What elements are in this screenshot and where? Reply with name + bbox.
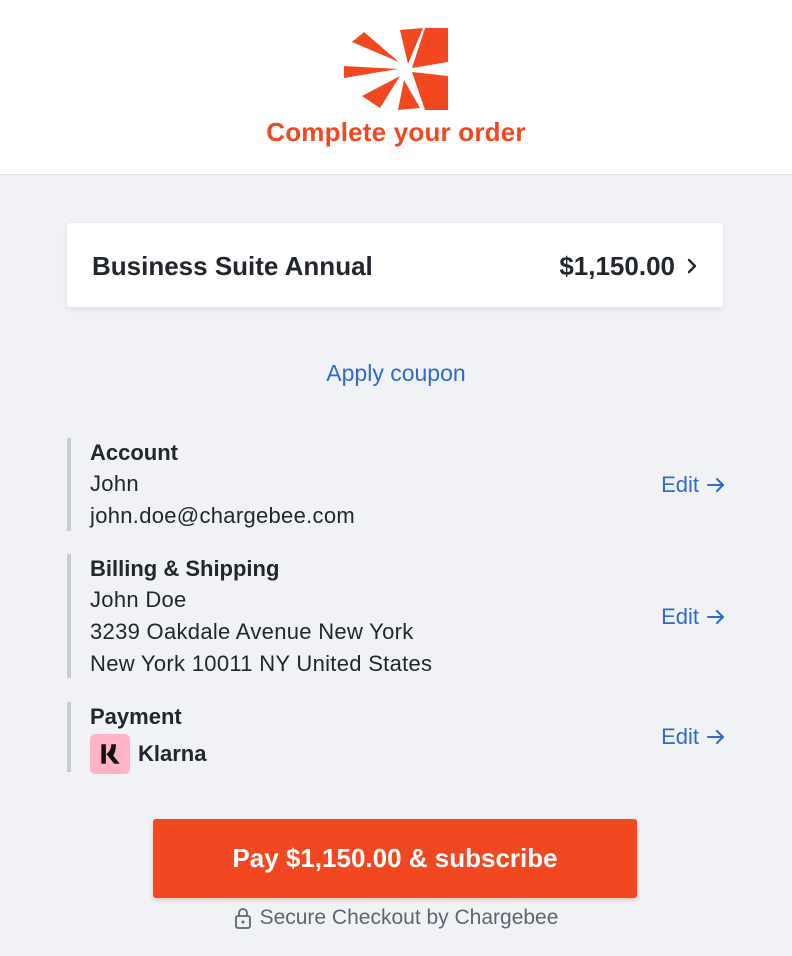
- secure-checkout-text: Secure Checkout by Chargebee: [259, 906, 559, 929]
- billing-shipping-section: Billing & Shipping John Doe 3239 Oakdale…: [67, 554, 727, 678]
- billing-address-line1: 3239 Oakdale Avenue New York: [90, 619, 414, 644]
- edit-payment-link[interactable]: Edit: [661, 724, 725, 750]
- apply-coupon-link[interactable]: Apply coupon: [0, 360, 792, 387]
- checkout-header: Complete your order: [0, 0, 792, 175]
- plan-name: Business Suite Annual: [92, 251, 373, 281]
- payment-method-label: Klarna: [138, 741, 207, 766]
- account-name: John: [90, 471, 139, 496]
- chevron-right-icon: [687, 258, 697, 274]
- plan-price: $1,150.00: [559, 251, 675, 281]
- account-email: john.doe@chargebee.com: [90, 503, 355, 528]
- pay-subscribe-button[interactable]: Pay $1,150.00 & subscribe: [153, 819, 637, 898]
- account-title: Account: [90, 440, 178, 465]
- edit-label: Edit: [661, 604, 699, 629]
- billing-name: John Doe: [90, 587, 187, 612]
- edit-label: Edit: [661, 472, 699, 497]
- plan-summary-card[interactable]: Business Suite Annual $1,150.00: [67, 223, 723, 307]
- secure-checkout-note: Secure Checkout by Chargebee: [0, 906, 792, 930]
- page-title: Complete your order: [266, 117, 526, 147]
- payment-method: Klarna: [90, 734, 727, 774]
- edit-billing-link[interactable]: Edit: [661, 604, 725, 630]
- payment-title: Payment: [90, 704, 182, 729]
- payment-section: Payment Klarna Edit: [67, 702, 727, 774]
- billing-address-line2: New York 10011 NY United States: [90, 651, 433, 676]
- arrow-right-icon: [707, 478, 724, 492]
- chargebee-logo-icon: [344, 28, 448, 110]
- billing-title: Billing & Shipping: [90, 556, 280, 581]
- edit-label: Edit: [661, 724, 699, 749]
- arrow-right-icon: [707, 730, 724, 744]
- edit-account-link[interactable]: Edit: [661, 472, 725, 498]
- account-section: Account John john.doe@chargebee.com Edit: [67, 438, 727, 531]
- lock-icon: [234, 908, 251, 929]
- klarna-icon: [90, 734, 130, 774]
- arrow-right-icon: [707, 610, 724, 624]
